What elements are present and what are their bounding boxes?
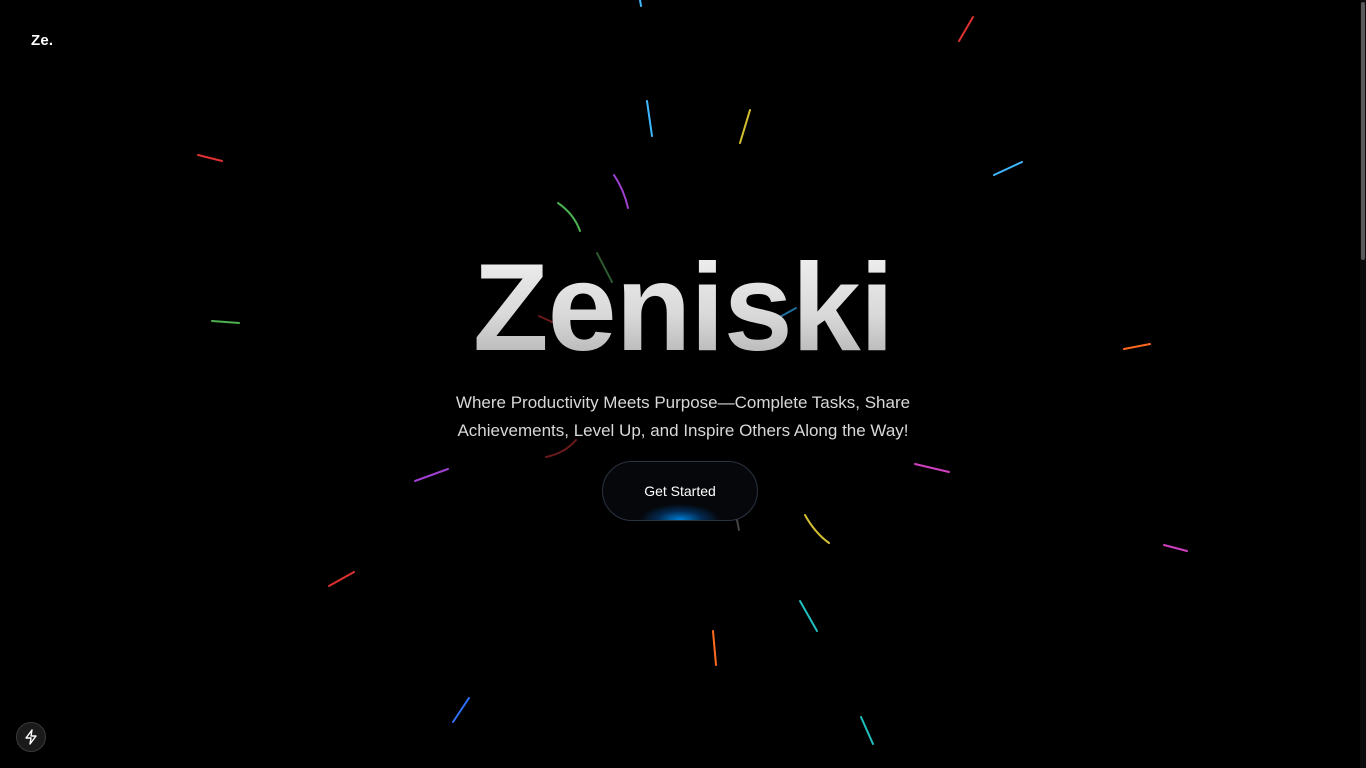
streak	[860, 716, 874, 745]
streak	[993, 161, 1023, 176]
streak	[804, 514, 830, 544]
streak	[799, 600, 818, 632]
get-started-button[interactable]: Get Started	[602, 461, 758, 521]
floating-action-button[interactable]	[16, 722, 46, 752]
streak	[197, 154, 223, 162]
streak	[914, 463, 950, 473]
streak	[613, 174, 629, 209]
streak	[328, 571, 355, 587]
bolt-icon	[25, 729, 37, 745]
brand-logo[interactable]: Ze.	[31, 32, 53, 49]
streak	[712, 630, 717, 666]
vertical-scrollbar[interactable]	[1360, 0, 1366, 768]
streak	[414, 468, 449, 482]
streak	[958, 16, 974, 42]
streak	[639, 0, 642, 7]
scrollbar-thumb[interactable]	[1361, 2, 1365, 260]
animated-streaks-background	[197, 0, 1188, 745]
streak	[1163, 544, 1188, 552]
streak	[739, 109, 751, 144]
get-started-label: Get Started	[644, 483, 716, 499]
hero-title: Zeniski	[0, 238, 1366, 378]
streak	[557, 202, 581, 232]
streak	[646, 100, 653, 137]
landing-page: Ze. Zeniski Where Productivity Meets Pur…	[0, 0, 1366, 768]
hero-subtitle: Where Productivity Meets Purpose—Complet…	[455, 393, 911, 440]
streak	[736, 519, 740, 531]
streak	[452, 697, 470, 723]
